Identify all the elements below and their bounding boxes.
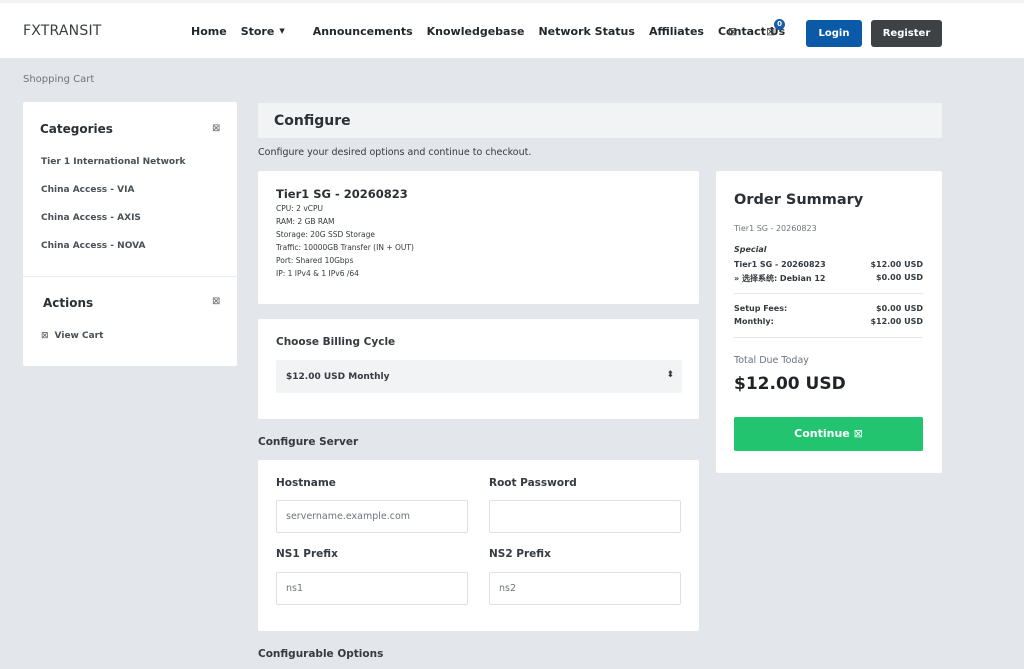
cart-icon: ⊠ [41, 331, 49, 341]
ns1-input[interactable] [276, 572, 468, 605]
login-button[interactable]: Login [806, 20, 862, 47]
brand-logo[interactable]: FXTRANSIT [23, 23, 102, 39]
total-due-value: $12.00 USD [734, 374, 846, 394]
collapse-actions-icon[interactable]: ⊠ [212, 296, 220, 307]
summary-product-name: Tier1 SG - 20260823 [734, 224, 817, 233]
summary-special-label: Special [734, 245, 767, 254]
nav-network-status[interactable]: Network Status [538, 25, 634, 38]
actions-title: Actions [43, 296, 94, 310]
top-header: FXTRANSIT Home Store ▼ Announcements Know… [0, 0, 1024, 58]
total-due-label: Total Due Today [734, 355, 809, 366]
hostname-label: Hostname [276, 477, 336, 489]
hostname-input[interactable] [276, 500, 468, 533]
collapse-categories-icon[interactable]: ⊠ [212, 123, 220, 134]
product-spec: Storage: 20G SSD Storage [276, 230, 376, 239]
view-cart-link[interactable]: ⊠ View Cart [41, 331, 103, 341]
product-spec: CPU: 2 vCPU [276, 204, 324, 213]
page-subtitle: Configure your desired options and conti… [258, 147, 532, 158]
divider [734, 293, 923, 294]
sidebar: Categories ⊠ Tier 1 International Networ… [23, 102, 237, 366]
page-title: Configure [274, 113, 351, 129]
ns2-label: NS2 Prefix [489, 548, 551, 560]
product-spec: Traffic: 10000GB Transfer (IN + OUT) [276, 243, 414, 252]
order-summary-card: Order Summary Tier1 SG - 20260823 Specia… [716, 171, 942, 473]
arrow-right-icon: ⊠ [853, 427, 863, 440]
product-spec: IP: 1 IPv4 & 1 IPv6 /64 [276, 269, 359, 278]
category-item[interactable]: Tier 1 International Network [41, 157, 186, 167]
main-nav: Home Store ▼ Announcements Knowledgebase … [191, 25, 799, 38]
monthly-row: Monthly: $12.00 USD [734, 317, 923, 326]
configure-server-heading: Configure Server [258, 436, 359, 448]
divider [734, 337, 923, 338]
continue-button[interactable]: Continue ⊠ [734, 417, 923, 451]
nav-knowledgebase[interactable]: Knowledgebase [427, 25, 525, 38]
nav-store[interactable]: Store ▼ [241, 25, 299, 38]
category-item[interactable]: China Access - NOVA [41, 241, 145, 251]
server-config-card: Hostname Root Password NS1 Prefix NS2 Pr… [258, 460, 699, 631]
summary-line: » 选择系统: Debian 12 $0.00 USD [734, 273, 923, 283]
root-password-input[interactable] [489, 500, 681, 533]
product-spec: RAM: 2 GB RAM [276, 217, 335, 226]
summary-line: Tier1 SG - 20260823 $12.00 USD [734, 260, 923, 269]
divider [23, 276, 237, 277]
chevron-down-icon: ▼ [279, 27, 285, 35]
breadcrumb[interactable]: Shopping Cart [23, 74, 94, 85]
configure-header: Configure [258, 103, 942, 138]
configurable-options-heading: Configurable Options [258, 648, 384, 660]
product-spec: Port: Shared 10Gbps [276, 256, 354, 265]
order-summary-title: Order Summary [734, 192, 864, 208]
root-password-label: Root Password [489, 477, 577, 489]
category-item[interactable]: China Access - AXIS [41, 213, 141, 223]
ns2-input[interactable] [489, 572, 681, 605]
category-item[interactable]: China Access - VIA [41, 185, 134, 195]
product-info-card: Tier1 SG - 20260823 CPU: 2 vCPU RAM: 2 G… [258, 171, 699, 304]
billing-cycle-card: Choose Billing Cycle $12.00 USD Monthly … [258, 319, 699, 419]
cart-count-badge: 0 [774, 19, 785, 30]
ns1-label: NS1 Prefix [276, 548, 338, 560]
language-icon[interactable]: ⊠ [728, 25, 737, 38]
billing-cycle-value: $12.00 USD Monthly [286, 372, 390, 382]
nav-home[interactable]: Home [191, 25, 227, 38]
categories-title: Categories [40, 122, 113, 136]
register-button[interactable]: Register [871, 20, 942, 47]
nav-affiliates[interactable]: Affiliates [649, 25, 704, 38]
nav-announcements[interactable]: Announcements [313, 25, 413, 38]
billing-cycle-label: Choose Billing Cycle [276, 336, 396, 348]
select-arrows-icon: ⬍ [666, 370, 674, 380]
billing-cycle-select[interactable]: $12.00 USD Monthly ⬍ [276, 360, 682, 393]
setup-fees-row: Setup Fees: $0.00 USD [734, 304, 923, 313]
product-name: Tier1 SG - 20260823 [276, 187, 408, 201]
